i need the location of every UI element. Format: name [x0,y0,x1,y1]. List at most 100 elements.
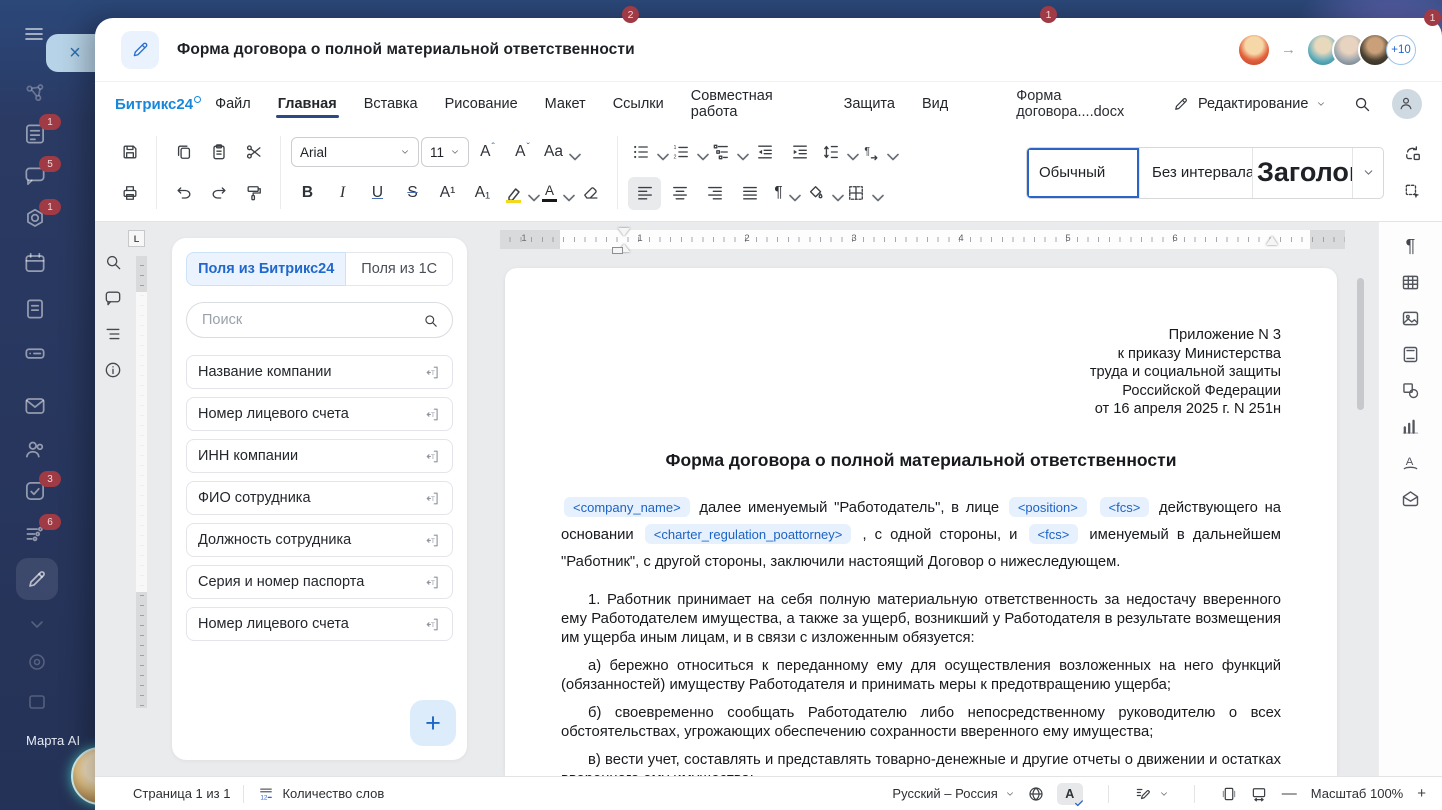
search-icon[interactable] [103,252,123,272]
merge-field-tag[interactable]: <fcs> [1029,524,1079,544]
italic-button[interactable]: I [326,177,359,210]
align-center-button[interactable] [663,177,696,210]
fit-width-icon[interactable] [1250,785,1268,803]
font-color-button[interactable]: A [539,177,572,210]
save-button[interactable] [113,136,146,169]
comments-icon[interactable] [103,288,123,308]
paragraph-settings-icon[interactable]: ¶ [1400,236,1421,257]
left-indent-marker[interactable] [612,247,623,254]
bold-button[interactable]: B [291,177,324,210]
merge-field-tag[interactable]: <company_name> [564,497,690,517]
tab-fields-bitrix24[interactable]: Поля из Битрикс24 [186,252,346,286]
shapes-icon[interactable] [1400,380,1421,401]
menubar-item[interactable]: Совместная работа [691,78,817,130]
font-size-select[interactable]: 11 [421,137,469,167]
menubar-item[interactable]: Главная [278,86,337,122]
align-right-button[interactable] [698,177,731,210]
paste-button[interactable] [202,136,235,169]
indent-marker[interactable] [618,228,630,236]
underline-button[interactable]: U [361,177,394,210]
borders-button[interactable] [843,177,881,210]
decrease-indent-button[interactable] [748,136,781,169]
numbered-list-button[interactable]: 12 [668,136,706,169]
show-marks-button[interactable]: ¶ [768,177,801,210]
sidebar-item-chat[interactable]: 5 [22,163,52,193]
hamburger-menu-icon[interactable] [22,22,46,46]
menubar-item[interactable]: Защита [844,86,895,122]
style-option[interactable]: Обычный [1027,148,1140,198]
sidebar-item-calendar[interactable] [22,250,52,280]
style-option[interactable]: Заголовок [1253,148,1353,198]
field-item[interactable]: ФИО сотрудникаT [186,481,453,515]
change-case-button[interactable]: Aa [541,136,578,169]
sidebar-item-network[interactable] [22,80,52,110]
menubar-item[interactable]: Вид [922,86,948,122]
search-icon[interactable] [1352,94,1372,114]
chevron-down-icon[interactable] [25,612,49,636]
sidebar-item-sign[interactable]: 1 [22,206,52,236]
highlight-color-button[interactable] [501,177,537,210]
document-page[interactable]: Приложение N 3к приказу Министерстватруд… [505,268,1337,776]
navigation-icon[interactable] [103,324,123,344]
sidebar-item-mail[interactable] [22,393,52,423]
cut-button[interactable] [237,136,270,169]
field-item[interactable]: Номер лицевого счетаT [186,607,453,641]
vertical-ruler[interactable] [136,256,147,708]
paragraph-direction-button[interactable]: ¶ [858,136,896,169]
field-item[interactable]: Серия и номер паспортаT [186,565,453,599]
multilevel-list-button[interactable] [708,136,746,169]
chart-icon[interactable] [1400,416,1421,437]
menubar-item[interactable]: Вставка [364,86,418,122]
word-count[interactable]: 12 Количество слов [257,785,384,803]
select-tool-button[interactable] [1400,179,1426,205]
font-name-select[interactable]: Arial [291,137,419,167]
zoom-out-button[interactable]: — [1280,785,1299,802]
sidebar-item-drive[interactable] [22,340,52,370]
field-item[interactable]: Должность сотрудникаT [186,523,453,557]
menubar-item[interactable]: Рисование [445,86,518,122]
user-avatar[interactable] [1392,89,1422,119]
field-item[interactable]: Номер лицевого счетаT [186,397,453,431]
clear-formatting-button[interactable] [574,177,607,210]
language-selector[interactable]: Русский – Россия [892,786,1014,801]
search-icon[interactable] [422,312,439,329]
undo-button[interactable] [167,177,200,210]
merge-field-tag[interactable]: <position> [1009,497,1087,517]
track-changes-button[interactable] [1134,785,1169,803]
tab-fields-1c[interactable]: Поля из 1С [346,252,453,286]
format-painter-button[interactable] [237,177,270,210]
replace-button[interactable] [1400,141,1426,167]
bitrix24-logo[interactable]: Битрикс24 [115,96,193,113]
editing-mode-selector[interactable]: Редактирование [1172,95,1326,113]
copy-button[interactable] [167,136,200,169]
shading-button[interactable] [803,177,841,210]
vertical-scrollbar[interactable] [1357,278,1364,410]
styles-gallery-expand[interactable] [1353,148,1383,198]
sidebar-item-feed[interactable]: 1 [22,121,52,151]
sidebar-item-crm[interactable]: 6 [22,521,52,551]
strikethrough-button[interactable]: S [396,177,429,210]
zoom-in-button[interactable]: + [1415,785,1428,802]
table-settings-icon[interactable] [1400,272,1421,293]
set-language-icon[interactable] [1027,785,1045,803]
style-option[interactable]: Без интервала [1140,148,1253,198]
tab-stop-selector[interactable]: L [128,230,145,247]
page-indicator[interactable]: Страница 1 из 1 [133,786,230,801]
menubar-item[interactable]: Ссылки [613,86,664,122]
field-item[interactable]: Название компанииT [186,355,453,389]
right-indent-marker[interactable] [1266,236,1278,245]
info-icon[interactable] [103,360,123,380]
sidebar-item-tasks[interactable]: 3 [22,478,52,508]
text-art-icon[interactable]: A [1400,452,1421,473]
sidebar-item-documents[interactable] [22,296,52,326]
justify-button[interactable] [733,177,766,210]
merge-field-tag[interactable]: <charter_regulation_poattorney> [645,524,852,544]
horizontal-ruler[interactable]: 1123456 [500,230,1345,249]
avatar-owner[interactable] [1237,33,1271,67]
print-button[interactable] [113,177,146,210]
collaborators-more-badge[interactable]: +10 [1386,35,1416,65]
field-item[interactable]: ИНН компанииT [186,439,453,473]
add-field-button[interactable]: + [410,700,456,746]
menubar-item[interactable]: Файл [215,86,251,122]
header-footer-icon[interactable] [1400,344,1421,365]
